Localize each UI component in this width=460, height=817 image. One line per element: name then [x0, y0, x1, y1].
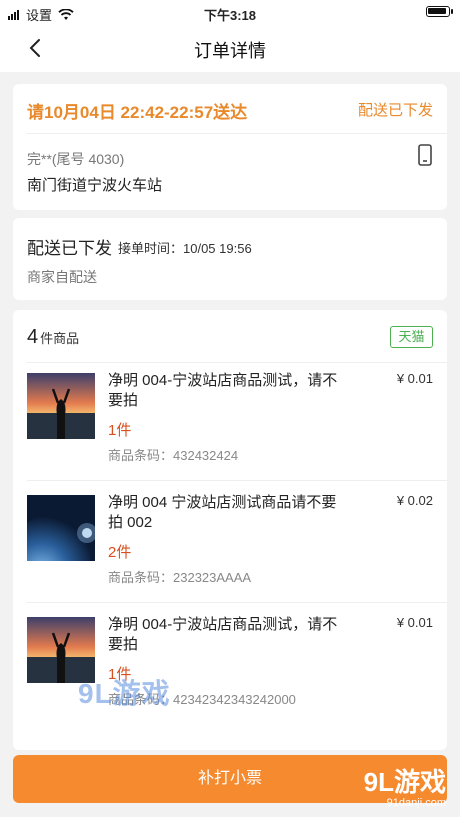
list-item[interactable]: 净明 004 宁波站店测试商品请不要拍 002 ¥ 0.02 2件 商品条码：2…	[13, 485, 447, 603]
product-price: ¥ 0.02	[396, 493, 433, 508]
goods-count: 4 件商品	[27, 326, 79, 349]
watermark-corner-text: 9L游戏	[363, 767, 446, 797]
goods-count-number: 4	[27, 326, 39, 348]
product-quantity: 1件	[108, 422, 132, 439]
contact-info: 完**(尾号 4030)	[27, 151, 125, 167]
goods-count-unit: 件商品	[40, 331, 80, 346]
page-title: 订单详情	[194, 41, 266, 61]
product-barcode: 商品条码：232323AAAA	[108, 570, 252, 585]
phone-icon[interactable]	[417, 144, 433, 166]
product-name: 净明 004-宁波站店商品测试，请不要拍	[108, 372, 338, 409]
delivery-status: 配送已下发	[357, 102, 433, 119]
product-price: ¥ 0.01	[396, 371, 433, 386]
battery-icon	[426, 6, 453, 17]
product-name: 净明 004 宁波站店测试商品请不要拍 002	[108, 494, 337, 531]
product-thumbnail	[27, 495, 95, 561]
delivery-address: 南门街道宁波火车站	[27, 177, 163, 194]
status-bar: 设置 下午3:18	[0, 0, 460, 24]
product-barcode: 商品条码：432432424	[108, 448, 239, 463]
dispatch-card: 配送已下发 接单时间：10/05 19:56 商家自配送	[13, 218, 447, 300]
delivery-time: 请10月04日 22:42-22:57送达	[27, 103, 248, 122]
delivery-card: 请10月04日 22:42-22:57送达 配送已下发 完**(尾号 4030)…	[13, 84, 447, 210]
nav-bar: 订单详情	[0, 24, 460, 72]
product-name: 净明 004-宁波站店商品测试，请不要拍	[108, 616, 338, 653]
watermark-corner: 9L游戏 91danji.com	[364, 762, 446, 809]
product-price: ¥ 0.01	[396, 615, 433, 630]
platform-tag: 天猫	[390, 326, 433, 348]
accept-time: 接单时间：10/05 19:56	[118, 241, 252, 256]
watermark-logo: 9L游戏	[78, 678, 171, 709]
status-time: 下午3:18	[203, 8, 257, 23]
divider	[27, 133, 447, 134]
product-quantity: 2件	[108, 544, 132, 561]
list-item[interactable]: 净明 004-宁波站店商品测试，请不要拍 ¥ 0.01 1件 商品条码：4324…	[13, 363, 447, 481]
divider	[27, 602, 447, 603]
delivery-method: 商家自配送	[27, 269, 97, 285]
dispatch-status: 配送已下发	[27, 239, 112, 258]
product-thumbnail	[27, 373, 95, 439]
divider	[27, 480, 447, 481]
